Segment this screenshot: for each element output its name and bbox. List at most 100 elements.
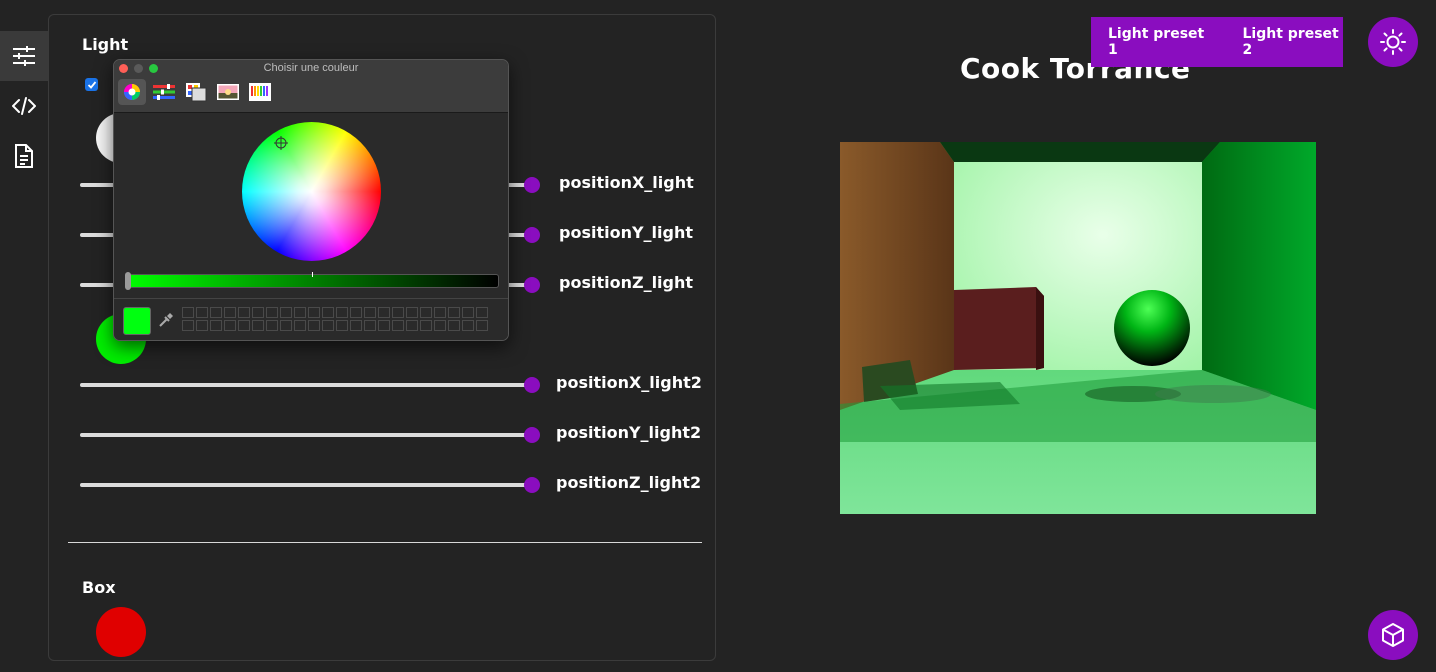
mode-pencils[interactable] <box>246 79 274 105</box>
section-divider <box>68 542 702 543</box>
saved-swatch-cell[interactable] <box>350 307 362 318</box>
theme-toggle-button[interactable] <box>1368 17 1418 67</box>
slider-label-positionX-light: positionX_light <box>559 173 694 192</box>
color-palettes-icon <box>186 83 207 102</box>
saved-swatch-cell[interactable] <box>378 320 390 331</box>
saved-swatch-cell[interactable] <box>392 320 404 331</box>
saved-swatch-cell[interactable] <box>210 307 222 318</box>
slider-thumb-positionY-light[interactable] <box>524 227 540 243</box>
color-sliders-icon <box>153 84 175 100</box>
sidebar-item-controls[interactable] <box>0 31 48 81</box>
cube-icon <box>1382 623 1404 647</box>
render-canvas[interactable] <box>840 142 1316 514</box>
saved-swatch-cell[interactable] <box>462 320 474 331</box>
saved-swatch-cell[interactable] <box>224 307 236 318</box>
saved-swatch-cell[interactable] <box>196 307 208 318</box>
light-preset-1-button[interactable]: Light preset 1 <box>1108 26 1209 58</box>
pencils-icon <box>249 83 271 101</box>
saved-swatch-cell[interactable] <box>406 307 418 318</box>
saved-swatch-cell[interactable] <box>434 320 446 331</box>
saved-swatch-cell[interactable] <box>210 320 222 331</box>
box-color-swatch[interactable] <box>96 607 146 657</box>
saved-swatch-cell[interactable] <box>420 307 432 318</box>
saved-swatch-cell[interactable] <box>434 307 446 318</box>
light-enabled-checkbox[interactable] <box>85 78 98 91</box>
mode-color-palettes[interactable] <box>182 79 210 105</box>
slider-thumb-positionY-light2[interactable] <box>524 427 540 443</box>
saved-swatch-cell[interactable] <box>294 307 306 318</box>
saved-swatch-cell[interactable] <box>364 320 376 331</box>
saved-swatch-cell[interactable] <box>266 320 278 331</box>
slider-thumb-positionX-light[interactable] <box>524 177 540 193</box>
slider-thumb-positionX-light2[interactable] <box>524 377 540 393</box>
saved-swatch-cell[interactable] <box>476 307 488 318</box>
slider-thumb-positionZ-light2[interactable] <box>524 477 540 493</box>
saved-swatch-cell[interactable] <box>448 320 460 331</box>
saved-swatch-cell[interactable] <box>336 320 348 331</box>
scene-object-button[interactable] <box>1368 610 1418 660</box>
slider-track-positionX-light2[interactable] <box>80 383 532 387</box>
brightness-knob[interactable] <box>125 272 131 290</box>
light-section-title: Light <box>82 35 129 54</box>
saved-swatch-cell[interactable] <box>182 320 194 331</box>
saved-swatch-cell[interactable] <box>322 307 334 318</box>
color-wheel[interactable] <box>242 122 381 261</box>
mode-color-sliders[interactable] <box>150 79 178 105</box>
mode-image-palettes[interactable] <box>214 79 242 105</box>
slider-track-positionY-light2[interactable] <box>80 433 532 437</box>
document-icon <box>15 144 33 168</box>
sliders-icon <box>13 46 35 66</box>
saved-swatch-cell[interactable] <box>196 320 208 331</box>
sidebar-item-document[interactable] <box>0 131 48 181</box>
saved-swatch-cell[interactable] <box>182 307 194 318</box>
saved-swatch-cell[interactable] <box>294 320 306 331</box>
saved-swatch-cell[interactable] <box>378 307 390 318</box>
slider-label-positionY-light2: positionY_light2 <box>556 423 702 442</box>
color-picker-bottom-bar <box>114 298 508 340</box>
saved-swatch-cell[interactable] <box>406 320 418 331</box>
slider-thumb-positionZ-light[interactable] <box>524 277 540 293</box>
saved-swatch-cell[interactable] <box>462 307 474 318</box>
light-preset-2-button[interactable]: Light preset 2 <box>1243 26 1344 58</box>
saved-swatch-cell[interactable] <box>364 307 376 318</box>
saved-swatch-cell[interactable] <box>252 320 264 331</box>
eyedropper-icon[interactable] <box>158 312 174 328</box>
saved-swatch-cell[interactable] <box>280 320 292 331</box>
slider-track-positionZ-light2[interactable] <box>80 483 532 487</box>
slider-label-positionZ-light2: positionZ_light2 <box>556 473 702 492</box>
box-section-title: Box <box>82 578 116 597</box>
saved-swatch-cell[interactable] <box>448 307 460 318</box>
saved-swatch-cell[interactable] <box>266 307 278 318</box>
slider-label-positionX-light2: positionX_light2 <box>556 373 702 392</box>
saved-swatch-cell[interactable] <box>420 320 432 331</box>
checkmark-icon <box>87 80 96 89</box>
current-color-swatch[interactable] <box>123 307 151 335</box>
saved-swatch-cell[interactable] <box>392 307 404 318</box>
color-wheel-icon <box>124 84 140 100</box>
saved-swatch-cell[interactable] <box>322 320 334 331</box>
saved-swatch-cell[interactable] <box>308 307 320 318</box>
saved-swatch-cell[interactable] <box>280 307 292 318</box>
brightness-tick <box>312 272 313 277</box>
saved-swatch-cell[interactable] <box>252 307 264 318</box>
sidebar-item-code[interactable] <box>0 81 48 131</box>
mode-color-wheel[interactable] <box>118 79 146 105</box>
saved-swatch-cell[interactable] <box>336 307 348 318</box>
saved-swatch-cell[interactable] <box>224 320 236 331</box>
color-picker-window: Choisir une couleur <box>113 59 509 341</box>
light-presets-bar: Light preset 1 Light preset 2 <box>1091 17 1343 67</box>
image-palettes-icon <box>217 84 239 100</box>
sun-icon <box>1380 29 1406 55</box>
sidebar <box>0 0 48 672</box>
color-picker-titlebar: Choisir une couleur <box>114 60 508 113</box>
color-picker-title: Choisir une couleur <box>263 62 359 74</box>
slider-label-positionY-light: positionY_light <box>559 223 694 242</box>
saved-swatch-cell[interactable] <box>308 320 320 331</box>
saved-swatch-cell[interactable] <box>238 307 250 318</box>
code-icon <box>12 97 36 115</box>
saved-swatch-cell[interactable] <box>238 320 250 331</box>
cook-torrance-render <box>840 142 1316 514</box>
saved-swatch-cell[interactable] <box>476 320 488 331</box>
saved-swatch-cell[interactable] <box>350 320 362 331</box>
crosshair-icon <box>274 136 288 150</box>
